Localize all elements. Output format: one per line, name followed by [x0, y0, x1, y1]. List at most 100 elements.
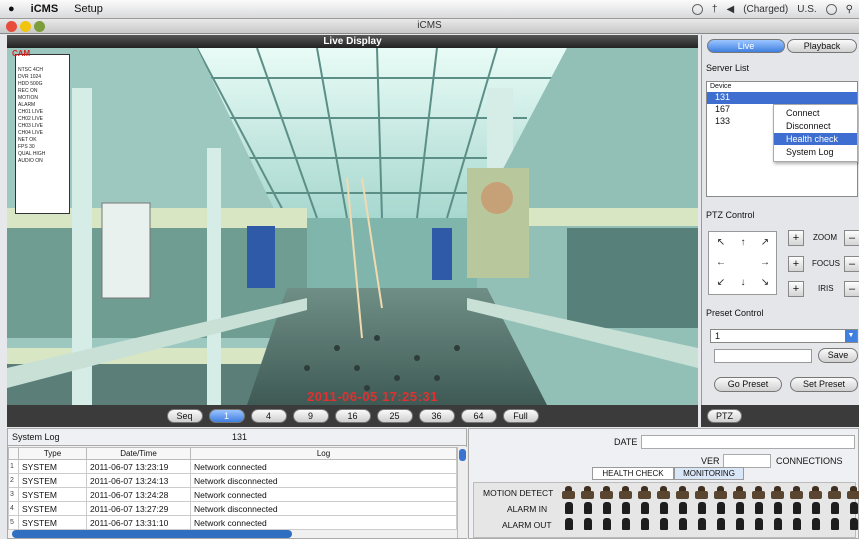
alarm-out-icon [599, 518, 614, 531]
tab-live[interactable]: Live [707, 39, 785, 53]
alarm-in-icon [846, 502, 859, 515]
table-row[interactable]: 3 SYSTEM 2011-06-07 13:24:28 Network con… [8, 487, 457, 502]
arrow-left-icon[interactable]: ← [710, 253, 732, 273]
motion-icon [808, 486, 823, 499]
close-icon[interactable] [6, 21, 17, 32]
arrow-down-icon[interactable]: ↓ [732, 273, 754, 293]
tab-playback[interactable]: Playback [787, 39, 857, 53]
system-log-header: System Log 131 [8, 429, 466, 446]
arrow-down-right-icon[interactable]: ↘ [754, 273, 776, 293]
mode-1-button[interactable]: 1 [208, 409, 245, 423]
go-preset-button[interactable]: Go Preset [714, 377, 782, 392]
ptz-bar: PTZ [701, 405, 859, 427]
tab-health-check[interactable]: HEALTH CHECK [592, 467, 674, 480]
server-list: Device 131 167 133 Connect Disconnect He… [706, 81, 858, 197]
menu-health-check[interactable]: Health check [774, 133, 857, 145]
iris-plus-button[interactable]: + [788, 281, 804, 297]
motion-icon [580, 486, 595, 499]
table-row[interactable]: 1 SYSTEM 2011-06-07 13:23:19 Network con… [8, 459, 457, 474]
horizontal-scrollbar[interactable] [12, 530, 292, 538]
save-button[interactable]: Save [818, 348, 858, 363]
menu-system-log[interactable]: System Log [774, 146, 857, 158]
system-log-title: System Log [12, 432, 60, 442]
alarm-out-icon [618, 518, 633, 531]
tab-monitoring[interactable]: MONITORING [674, 467, 744, 480]
set-preset-button[interactable]: Set Preset [790, 377, 858, 392]
chevron-down-icon[interactable]: ▼ [845, 330, 857, 342]
menu-connect[interactable]: Connect [774, 107, 857, 119]
arrow-right-icon[interactable]: → [754, 253, 776, 273]
mode-64-button[interactable]: 64 [460, 409, 497, 423]
preset-name-input[interactable] [714, 349, 812, 363]
preset-select[interactable]: 1 ▼ [710, 329, 858, 343]
server-item[interactable]: 133 [715, 116, 730, 126]
alarm-in-icon [599, 502, 614, 515]
table-row[interactable]: 4 SYSTEM 2011-06-07 13:27:29 Network dis… [8, 501, 457, 516]
user-icon[interactable] [825, 3, 837, 15]
alarm-out-icon [675, 518, 690, 531]
column-header-type[interactable]: Type [18, 447, 87, 460]
arrow-up-left-icon[interactable]: ↖ [710, 233, 732, 253]
arrow-up-right-icon[interactable]: ↗ [754, 233, 776, 253]
menu-setup[interactable]: Setup [66, 3, 111, 15]
alarm-out-icon [732, 518, 747, 531]
motion-icon [656, 486, 671, 499]
menubar-status: † ◀ (Charged) U.S. ⚲ [691, 3, 859, 15]
focus-plus-button[interactable]: + [788, 256, 804, 272]
motion-icon [751, 486, 766, 499]
apple-menu-icon[interactable]: ● [0, 3, 23, 15]
column-header-datetime[interactable]: Date/Time [86, 447, 191, 460]
zoom-minus-button[interactable]: – [844, 230, 859, 246]
mode-seq-button[interactable]: Seq [166, 409, 203, 423]
table-row[interactable]: 2 SYSTEM 2011-06-07 13:24:13 Network dis… [8, 473, 457, 488]
iris-minus-button[interactable]: – [844, 281, 859, 297]
zoom-plus-button[interactable]: + [788, 230, 804, 246]
mode-16-button[interactable]: 16 [334, 409, 371, 423]
alarm-out-icon [561, 518, 576, 531]
minimize-icon[interactable] [20, 21, 31, 32]
date-label: DATE [614, 437, 638, 447]
alarm-in-icon [656, 502, 671, 515]
live-display-header: Live Display [7, 35, 698, 48]
vertical-scrollbar[interactable] [457, 447, 467, 538]
scroll-thumb[interactable] [459, 449, 466, 461]
alarm-in-icon [580, 502, 595, 515]
motion-icon [618, 486, 633, 499]
server-item[interactable]: 131 [715, 92, 730, 102]
clock-icon[interactable] [691, 3, 703, 15]
mode-36-button[interactable]: 36 [418, 409, 455, 423]
window-title: iCMS [417, 20, 442, 31]
mode-9-button[interactable]: 9 [292, 409, 329, 423]
mode-full-button[interactable]: Full [502, 409, 539, 423]
mode-4-button[interactable]: 4 [250, 409, 287, 423]
motion-icon [770, 486, 785, 499]
spotlight-icon[interactable]: ⚲ [846, 4, 853, 15]
input-language[interactable]: U.S. [797, 4, 816, 15]
version-field [723, 454, 771, 468]
volume-icon[interactable]: ◀ [726, 4, 734, 15]
menu-app[interactable]: iCMS [23, 3, 67, 15]
arrow-down-left-icon[interactable]: ↙ [710, 273, 732, 293]
motion-icon [675, 486, 690, 499]
motion-icon [827, 486, 842, 499]
server-list-title: Server List [706, 63, 750, 73]
zoom-window-icon[interactable] [34, 21, 45, 32]
column-header-log[interactable]: Log [190, 447, 457, 460]
alarm-in-icon [637, 502, 652, 515]
alarm-in-icon [694, 502, 709, 515]
server-item[interactable]: 167 [715, 104, 730, 114]
alarm-in-icon [713, 502, 728, 515]
bluetooth-icon[interactable]: † [712, 4, 718, 15]
mode-25-button[interactable]: 25 [376, 409, 413, 423]
ptz-button[interactable]: PTZ [707, 409, 742, 423]
arrow-up-icon[interactable]: ↑ [732, 233, 754, 253]
focus-minus-button[interactable]: – [844, 256, 859, 272]
date-field [641, 435, 855, 449]
ptz-direction-pad: ↖ ↑ ↗ ← → ↙ ↓ ↘ [708, 231, 777, 295]
battery-status[interactable]: (Charged) [743, 4, 788, 15]
menu-disconnect[interactable]: Disconnect [774, 120, 857, 132]
video-feed[interactable]: NTSC 4CH DVR 1024 HDD 500G REC ON MOTION ALA… [7, 48, 698, 405]
alarm-in-icon [770, 502, 785, 515]
alarm-out-icon [694, 518, 709, 531]
table-row[interactable]: 5 SYSTEM 2011-06-07 13:31:10 Network con… [8, 515, 457, 530]
